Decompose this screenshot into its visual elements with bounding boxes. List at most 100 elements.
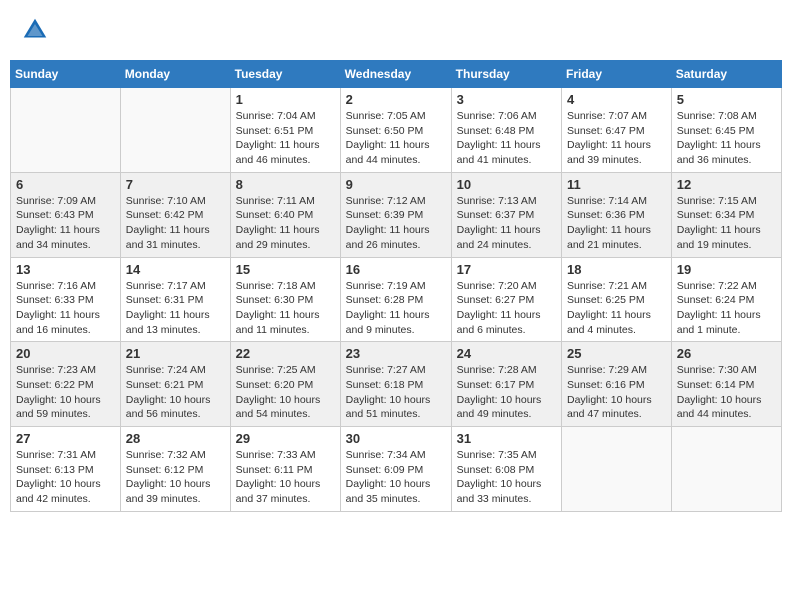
header-sunday: Sunday: [11, 61, 121, 88]
day-info: Sunrise: 7:31 AM Sunset: 6:13 PM Dayligh…: [16, 448, 115, 507]
calendar-cell: 11 Sunrise: 7:14 AM Sunset: 6:36 PM Dayli…: [562, 172, 672, 257]
day-info: Sunrise: 7:22 AM Sunset: 6:24 PM Dayligh…: [677, 279, 776, 338]
day-number: 4: [567, 92, 666, 107]
day-info: Sunrise: 7:11 AM Sunset: 6:40 PM Dayligh…: [236, 194, 335, 253]
calendar-cell: 15 Sunrise: 7:18 AM Sunset: 6:30 PM Dayli…: [230, 257, 340, 342]
day-number: 1: [236, 92, 335, 107]
day-info: Sunrise: 7:23 AM Sunset: 6:22 PM Dayligh…: [16, 363, 115, 422]
day-info: Sunrise: 7:13 AM Sunset: 6:37 PM Dayligh…: [457, 194, 556, 253]
day-info: Sunrise: 7:19 AM Sunset: 6:28 PM Dayligh…: [346, 279, 446, 338]
day-info: Sunrise: 7:20 AM Sunset: 6:27 PM Dayligh…: [457, 279, 556, 338]
day-info: Sunrise: 7:32 AM Sunset: 6:12 PM Dayligh…: [126, 448, 225, 507]
header-saturday: Saturday: [671, 61, 781, 88]
logo-icon: [20, 15, 50, 45]
calendar-cell: 22 Sunrise: 7:25 AM Sunset: 6:20 PM Dayli…: [230, 342, 340, 427]
calendar-cell: 12Sunrise: 7:15 AM Sunset: 6:34 PM Dayli…: [671, 172, 781, 257]
day-number: 7: [126, 177, 225, 192]
calendar-cell: 9Sunrise: 7:12 AM Sunset: 6:39 PM Daylig…: [340, 172, 451, 257]
day-info: Sunrise: 7:33 AM Sunset: 6:11 PM Dayligh…: [236, 448, 335, 507]
day-info: Sunrise: 7:34 AM Sunset: 6:09 PM Dayligh…: [346, 448, 446, 507]
calendar-header-row: SundayMondayTuesdayWednesdayThursdayFrid…: [11, 61, 782, 88]
calendar-cell: 8 Sunrise: 7:11 AM Sunset: 6:40 PM Daylig…: [230, 172, 340, 257]
day-number: 9: [346, 177, 446, 192]
day-number: 24: [457, 346, 556, 361]
day-number: 19: [677, 262, 776, 277]
day-number: 5: [677, 92, 776, 107]
day-number: 28: [126, 431, 225, 446]
day-info: Sunrise: 7:21 AM Sunset: 6:25 PM Dayligh…: [567, 279, 666, 338]
calendar-cell: [671, 427, 781, 512]
header-thursday: Thursday: [451, 61, 561, 88]
day-info: Sunrise: 7:24 AM Sunset: 6:21 PM Dayligh…: [126, 363, 225, 422]
calendar-cell: 25 Sunrise: 7:29 AM Sunset: 6:16 PM Dayli…: [562, 342, 672, 427]
calendar-cell: 7 Sunrise: 7:10 AM Sunset: 6:42 PM Daylig…: [120, 172, 230, 257]
day-number: 26: [677, 346, 776, 361]
calendar-cell: 4Sunrise: 7:07 AM Sunset: 6:47 PM Daylig…: [562, 88, 672, 173]
calendar-cell: 2 Sunrise: 7:05 AM Sunset: 6:50 PM Daylig…: [340, 88, 451, 173]
day-info: Sunrise: 7:30 AM Sunset: 6:14 PM Dayligh…: [677, 363, 776, 422]
calendar-cell: 3Sunrise: 7:06 AM Sunset: 6:48 PM Daylig…: [451, 88, 561, 173]
day-info: Sunrise: 7:10 AM Sunset: 6:42 PM Dayligh…: [126, 194, 225, 253]
day-info: Sunrise: 7:15 AM Sunset: 6:34 PM Dayligh…: [677, 194, 776, 253]
calendar-cell: 31 Sunrise: 7:35 AM Sunset: 6:08 PM Dayli…: [451, 427, 561, 512]
day-number: 25: [567, 346, 666, 361]
day-info: Sunrise: 7:09 AM Sunset: 6:43 PM Dayligh…: [16, 194, 115, 253]
day-number: 31: [457, 431, 556, 446]
day-info: Sunrise: 7:28 AM Sunset: 6:17 PM Dayligh…: [457, 363, 556, 422]
day-number: 29: [236, 431, 335, 446]
calendar-cell: 30Sunrise: 7:34 AM Sunset: 6:09 PM Dayli…: [340, 427, 451, 512]
calendar-cell: [120, 88, 230, 173]
day-number: 18: [567, 262, 666, 277]
header-monday: Monday: [120, 61, 230, 88]
day-info: Sunrise: 7:16 AM Sunset: 6:33 PM Dayligh…: [16, 279, 115, 338]
day-number: 8: [236, 177, 335, 192]
day-number: 11: [567, 177, 666, 192]
day-info: Sunrise: 7:17 AM Sunset: 6:31 PM Dayligh…: [126, 279, 225, 338]
calendar-cell: 17 Sunrise: 7:20 AM Sunset: 6:27 PM Dayli…: [451, 257, 561, 342]
calendar-cell: 14Sunrise: 7:17 AM Sunset: 6:31 PM Dayli…: [120, 257, 230, 342]
calendar-cell: 20 Sunrise: 7:23 AM Sunset: 6:22 PM Dayli…: [11, 342, 121, 427]
day-number: 15: [236, 262, 335, 277]
calendar-cell: 23 Sunrise: 7:27 AM Sunset: 6:18 PM Dayli…: [340, 342, 451, 427]
logo: [20, 15, 55, 45]
day-number: 17: [457, 262, 556, 277]
calendar-week-3: 13 Sunrise: 7:16 AM Sunset: 6:33 PM Dayli…: [11, 257, 782, 342]
calendar-cell: 1Sunrise: 7:04 AM Sunset: 6:51 PM Daylig…: [230, 88, 340, 173]
calendar-week-1: 1Sunrise: 7:04 AM Sunset: 6:51 PM Daylig…: [11, 88, 782, 173]
calendar-cell: 29 Sunrise: 7:33 AM Sunset: 6:11 PM Dayli…: [230, 427, 340, 512]
day-number: 16: [346, 262, 446, 277]
day-info: Sunrise: 7:35 AM Sunset: 6:08 PM Dayligh…: [457, 448, 556, 507]
day-number: 23: [346, 346, 446, 361]
day-info: Sunrise: 7:29 AM Sunset: 6:16 PM Dayligh…: [567, 363, 666, 422]
day-number: 2: [346, 92, 446, 107]
calendar-cell: [562, 427, 672, 512]
header-wednesday: Wednesday: [340, 61, 451, 88]
calendar-cell: 28 Sunrise: 7:32 AM Sunset: 6:12 PM Dayli…: [120, 427, 230, 512]
day-number: 20: [16, 346, 115, 361]
calendar-cell: [11, 88, 121, 173]
calendar-cell: 19 Sunrise: 7:22 AM Sunset: 6:24 PM Dayli…: [671, 257, 781, 342]
day-info: Sunrise: 7:25 AM Sunset: 6:20 PM Dayligh…: [236, 363, 335, 422]
page-header: [10, 10, 782, 50]
header-tuesday: Tuesday: [230, 61, 340, 88]
day-info: Sunrise: 7:18 AM Sunset: 6:30 PM Dayligh…: [236, 279, 335, 338]
calendar-cell: 13 Sunrise: 7:16 AM Sunset: 6:33 PM Dayli…: [11, 257, 121, 342]
day-number: 22: [236, 346, 335, 361]
calendar-cell: 24 Sunrise: 7:28 AM Sunset: 6:17 PM Dayli…: [451, 342, 561, 427]
calendar-cell: 5Sunrise: 7:08 AM Sunset: 6:45 PM Daylig…: [671, 88, 781, 173]
calendar-cell: 10 Sunrise: 7:13 AM Sunset: 6:37 PM Dayli…: [451, 172, 561, 257]
calendar-cell: 16 Sunrise: 7:19 AM Sunset: 6:28 PM Dayli…: [340, 257, 451, 342]
day-number: 3: [457, 92, 556, 107]
day-number: 21: [126, 346, 225, 361]
day-number: 6: [16, 177, 115, 192]
day-info: Sunrise: 7:14 AM Sunset: 6:36 PM Dayligh…: [567, 194, 666, 253]
day-info: Sunrise: 7:05 AM Sunset: 6:50 PM Dayligh…: [346, 109, 446, 168]
calendar-cell: 21 Sunrise: 7:24 AM Sunset: 6:21 PM Dayli…: [120, 342, 230, 427]
calendar-week-2: 6 Sunrise: 7:09 AM Sunset: 6:43 PM Daylig…: [11, 172, 782, 257]
calendar-cell: 27Sunrise: 7:31 AM Sunset: 6:13 PM Dayli…: [11, 427, 121, 512]
calendar-week-4: 20 Sunrise: 7:23 AM Sunset: 6:22 PM Dayli…: [11, 342, 782, 427]
day-info: Sunrise: 7:27 AM Sunset: 6:18 PM Dayligh…: [346, 363, 446, 422]
day-number: 10: [457, 177, 556, 192]
day-number: 13: [16, 262, 115, 277]
header-friday: Friday: [562, 61, 672, 88]
